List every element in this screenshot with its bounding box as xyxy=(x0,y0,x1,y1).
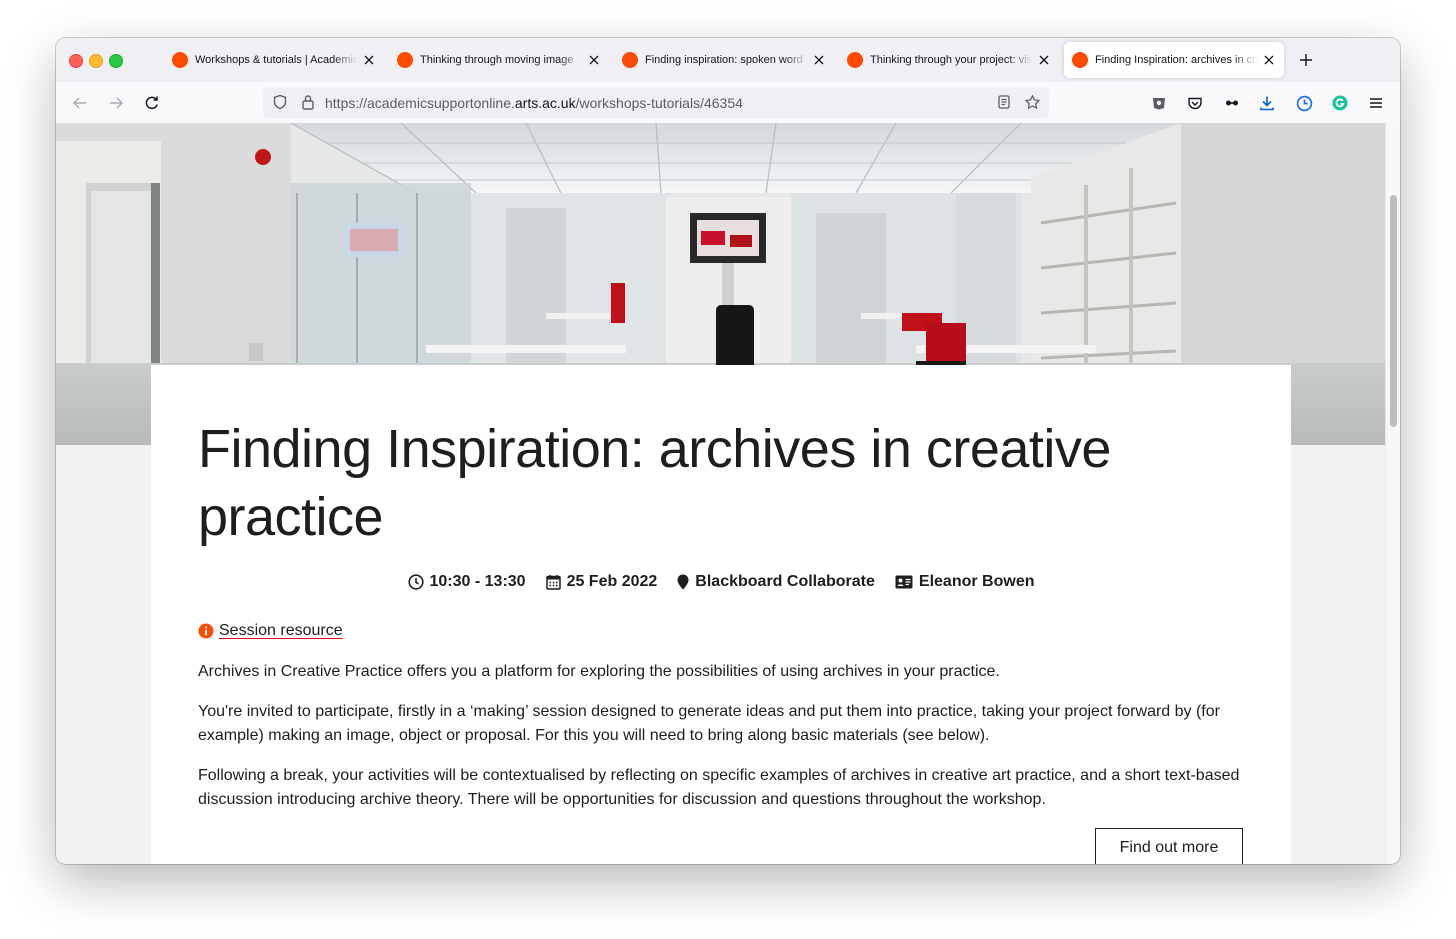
session-resource[interactable]: Session resource xyxy=(198,622,343,640)
favicon-icon xyxy=(172,52,188,68)
event-meta: 10:30 - 13:30 25 Feb 2022 Blackboard Col… xyxy=(151,573,1291,591)
arrow-left-icon xyxy=(72,97,86,109)
page-title: Finding Inspiration: archives in creativ… xyxy=(198,419,1111,547)
bookmark-star-icon[interactable] xyxy=(1023,93,1041,111)
description-paragraph-1: Archives in Creative Practice offers you… xyxy=(198,663,1000,680)
meta-host: Eleanor Bowen xyxy=(895,573,1034,591)
event-card: Finding Inspiration: archives in creativ… xyxy=(151,365,1291,864)
pocket-icon[interactable] xyxy=(1184,92,1206,114)
tab-archives-active[interactable]: Finding Inspiration: archives in creativ… xyxy=(1064,42,1284,78)
arrow-right-icon xyxy=(110,97,124,109)
forward-button[interactable] xyxy=(105,92,127,114)
tracking-shield-icon[interactable] xyxy=(271,93,289,111)
favicon-icon xyxy=(622,52,638,68)
tab-your-project[interactable]: Thinking through your project: visual xyxy=(839,42,1059,78)
tab-bar: Workshops & tutorials | Academic Support… xyxy=(56,38,1400,82)
new-tab-button[interactable] xyxy=(1296,50,1316,70)
clock-extension-icon[interactable] xyxy=(1293,92,1315,114)
id-card-icon xyxy=(895,575,913,589)
tab-title: Thinking through your project: visual xyxy=(870,54,1033,66)
back-button[interactable] xyxy=(69,92,91,114)
tab-title: Finding Inspiration: archives in creativ… xyxy=(1095,54,1258,66)
close-tab-icon[interactable] xyxy=(1037,53,1051,67)
tab-moving-image[interactable]: Thinking through moving image xyxy=(389,42,609,78)
meta-time: 10:30 - 13:30 xyxy=(407,573,526,591)
tab-workshops-tutorials[interactable]: Workshops & tutorials | Academic Support… xyxy=(164,42,384,78)
menu-icon[interactable] xyxy=(1365,92,1387,114)
grammarly-icon[interactable] xyxy=(1329,92,1351,114)
browser-window: Workshops & tutorials | Academic Support… xyxy=(56,38,1400,864)
navigation-toolbar: https://academicsupportonline.arts.ac.uk… xyxy=(56,82,1400,124)
close-tab-icon[interactable] xyxy=(812,53,826,67)
tab-title: Thinking through moving image xyxy=(420,54,574,66)
minimize-window-button[interactable] xyxy=(89,54,103,68)
meta-date: 25 Feb 2022 xyxy=(545,573,657,591)
find-out-more-button[interactable]: Find out more xyxy=(1095,828,1243,864)
scrollbar-thumb[interactable] xyxy=(1390,195,1397,427)
clock-icon xyxy=(407,574,424,590)
url-bar[interactable]: https://academicsupportonline.arts.ac.uk… xyxy=(263,87,1049,118)
favicon-icon xyxy=(847,52,863,68)
favicon-icon xyxy=(397,52,413,68)
calendar-icon xyxy=(545,575,561,590)
session-resource-link[interactable]: Session resource xyxy=(219,622,343,640)
close-tab-icon[interactable] xyxy=(587,53,601,67)
close-tab-icon[interactable] xyxy=(362,53,376,67)
meta-location: Blackboard Collaborate xyxy=(677,573,875,591)
page-viewport: Finding Inspiration: archives in creativ… xyxy=(56,123,1400,864)
zoom-window-button[interactable] xyxy=(109,54,123,68)
favicon-icon xyxy=(1072,52,1088,68)
vertical-scrollbar[interactable] xyxy=(1385,123,1400,864)
info-icon xyxy=(198,623,214,639)
close-window-button[interactable] xyxy=(69,54,83,68)
description-paragraph-2: You're invited to participate, firstly i… xyxy=(198,703,1220,744)
tab-title: Workshops & tutorials | Academic Support… xyxy=(195,54,358,66)
plus-icon xyxy=(1300,54,1312,66)
reload-button[interactable] xyxy=(141,92,163,114)
extension-icon[interactable] xyxy=(1148,92,1170,114)
dark-reader-icon[interactable] xyxy=(1221,92,1243,114)
map-marker-icon xyxy=(677,574,689,590)
description-paragraph-3: Following a break, your activities will … xyxy=(198,767,1240,808)
url-text[interactable]: https://academicsupportonline.arts.ac.uk… xyxy=(325,95,743,111)
lock-icon[interactable] xyxy=(299,93,317,111)
downloads-icon[interactable] xyxy=(1256,92,1278,114)
tab-title: Finding inspiration: spoken word xyxy=(645,54,803,66)
reader-view-icon[interactable] xyxy=(995,93,1013,111)
reload-icon xyxy=(145,96,158,110)
tab-spoken-word[interactable]: Finding inspiration: spoken word xyxy=(614,42,834,78)
close-tab-icon[interactable] xyxy=(1262,53,1276,67)
